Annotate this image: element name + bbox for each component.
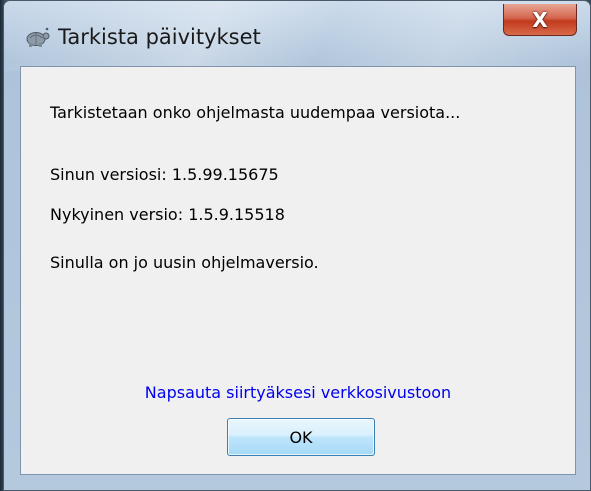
dialog-content: Tarkistetaan onko ohjelmasta uudempaa ve… [20,66,576,475]
checking-message: Tarkistetaan onko ohjelmasta uudempaa ve… [50,103,461,122]
update-check-dialog: Tarkista päivitykset X Tarkistetaan onko… [3,0,591,491]
current-version-text: Nykyinen versio: 1.5.9.15518 [50,205,285,224]
close-icon: X [532,7,548,32]
your-version-text: Sinun versiosi: 1.5.99.15675 [50,165,279,184]
website-link[interactable]: Napsauta siirtyäksesi verkkosivustoon [21,383,575,402]
tortoise-icon [24,27,50,49]
title-bar[interactable]: Tarkista päivitykset X [4,1,590,65]
window-title: Tarkista päivitykset [58,25,261,49]
status-message: Sinulla on jo uusin ohjelmaversio. [50,253,319,272]
close-button[interactable]: X [503,4,577,36]
window-bottom-frame [4,474,590,490]
ok-button[interactable]: OK [227,418,375,456]
